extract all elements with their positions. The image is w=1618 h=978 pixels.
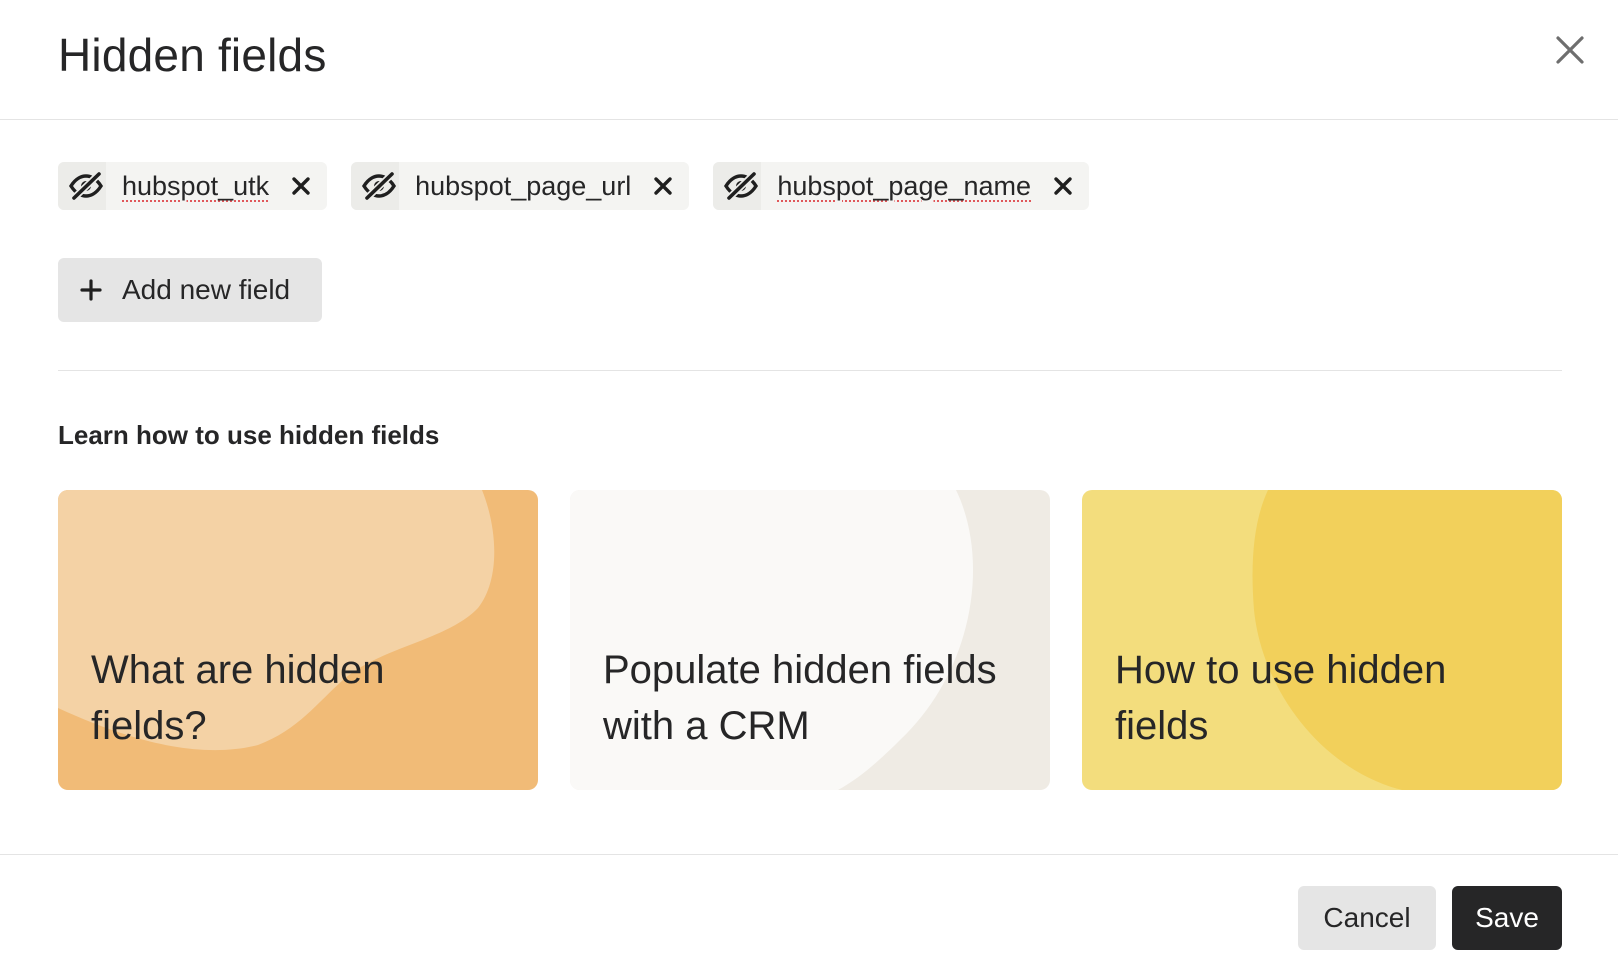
hidden-field-tag: hubspot_page_url: [351, 162, 690, 210]
save-button[interactable]: Save: [1452, 886, 1562, 950]
eye-off-icon: [351, 162, 400, 210]
remove-field-icon[interactable]: [653, 175, 675, 197]
hidden-fields-dialog: Hidden fields hubspot_utk hubspot_page_u…: [0, 0, 1618, 978]
hidden-field-name: hubspot_page_url: [415, 170, 632, 201]
remove-field-icon[interactable]: [1053, 175, 1075, 197]
close-icon[interactable]: [1550, 30, 1590, 70]
hidden-field-tag: hubspot_page_name: [713, 162, 1090, 210]
dialog-header: Hidden fields: [0, 0, 1618, 120]
learn-card-title: What are hidden fields?: [91, 648, 385, 748]
learn-card-title: How to use hidden fields: [1115, 648, 1447, 748]
learn-section-heading: Learn how to use hidden fields: [58, 420, 440, 450]
footer-divider: [0, 854, 1618, 855]
add-new-field-button[interactable]: Add new field: [58, 258, 322, 322]
remove-field-icon[interactable]: [291, 175, 313, 197]
eye-off-icon: [713, 162, 762, 210]
plus-icon: [80, 279, 102, 301]
learn-card-how-to-use[interactable]: How to use hidden fields: [1082, 490, 1562, 790]
hidden-field-tag: hubspot_utk: [58, 162, 328, 210]
hidden-field-name: hubspot_page_name: [777, 170, 1032, 201]
hidden-field-tags: hubspot_utk hubspot_page_url hubspot_pag…: [58, 162, 1090, 210]
dialog-title: Hidden fields: [58, 29, 327, 81]
learn-card-what-are-hidden-fields[interactable]: What are hidden fields?: [58, 490, 538, 790]
eye-off-icon: [58, 162, 106, 210]
learn-card-populate-with-crm[interactable]: Populate hidden fields with a CRM: [570, 490, 1050, 790]
learn-card-title: Populate hidden fields with a CRM: [603, 648, 997, 748]
add-new-field-label: Add new field: [122, 274, 291, 305]
hidden-field-name: hubspot_utk: [122, 170, 270, 201]
section-divider: [58, 370, 1562, 371]
cancel-button[interactable]: Cancel: [1298, 886, 1436, 950]
